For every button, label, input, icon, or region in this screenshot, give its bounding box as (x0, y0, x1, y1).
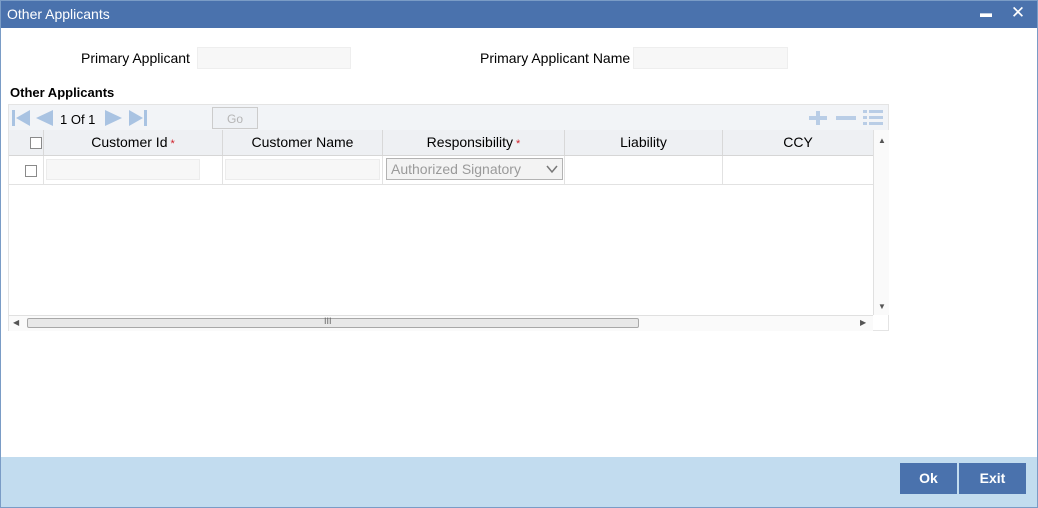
first-page-icon[interactable] (11, 109, 31, 127)
other-applicants-grid: 1 Of 1 Go Customer Id * Customer Name Res… (8, 104, 889, 331)
required-marker: * (170, 138, 175, 150)
header-label: Customer Id (91, 134, 168, 150)
primary-applicant-input[interactable] (197, 47, 351, 69)
ok-button[interactable]: Ok (900, 463, 957, 494)
dialog-window: Other Applicants ▬ ✕ Primary Applicant P… (0, 0, 1038, 508)
exit-button[interactable]: Exit (959, 463, 1026, 494)
scroll-up-icon[interactable]: ▲ (878, 136, 886, 145)
row-checkbox[interactable] (25, 165, 37, 177)
delete-row-icon[interactable] (834, 109, 858, 127)
scrollbar-thumb[interactable]: III (27, 316, 639, 328)
scroll-right-icon[interactable]: ▶ (860, 318, 866, 327)
header-liability[interactable]: Liability (565, 130, 723, 155)
horizontal-scrollbar[interactable]: ◀ III ▶ (9, 315, 873, 331)
primary-applicant-name-label: Primary Applicant Name (480, 50, 631, 66)
row-select-cell (9, 156, 44, 184)
table-row: Authorized Signatory (9, 156, 873, 185)
select-all-checkbox[interactable] (30, 137, 42, 149)
grid-header: Customer Id * Customer Name Responsibilit… (9, 130, 873, 156)
customer-name-input[interactable] (225, 159, 380, 180)
header-label: CCY (783, 134, 813, 150)
add-row-icon[interactable] (806, 109, 830, 127)
title-bar: Other Applicants ▬ ✕ (1, 1, 1037, 28)
primary-applicant-label: Primary Applicant (81, 50, 190, 66)
dialog-footer: Ok Exit (1, 457, 1037, 507)
vertical-scrollbar[interactable]: ▲ ▼ (873, 130, 889, 315)
header-select-all-cell (9, 130, 44, 155)
minimize-icon[interactable]: ▬ (976, 3, 996, 23)
customer-id-input[interactable] (46, 159, 200, 180)
header-ccy[interactable]: CCY (723, 130, 873, 155)
section-title: Other Applicants (10, 85, 115, 100)
header-customer-name[interactable]: Customer Name (223, 130, 383, 155)
header-label: Liability (620, 134, 667, 150)
header-responsibility[interactable]: Responsibility * (383, 130, 565, 155)
single-view-icon[interactable] (861, 109, 885, 127)
scroll-down-icon[interactable]: ▼ (878, 302, 886, 311)
page-number-input[interactable] (166, 109, 210, 132)
next-page-icon[interactable] (104, 109, 124, 127)
header-customer-id[interactable]: Customer Id * (44, 130, 223, 155)
customer-name-cell (223, 156, 383, 184)
window-title: Other Applicants (7, 6, 110, 22)
primary-applicant-name-input[interactable] (633, 47, 788, 69)
header-label: Customer Name (251, 134, 354, 150)
responsibility-value: Authorized Signatory (391, 161, 521, 177)
chevron-down-icon (546, 165, 558, 174)
prev-page-icon[interactable] (34, 109, 54, 127)
header-label: Responsibility (426, 134, 514, 150)
liability-cell[interactable] (565, 156, 723, 184)
go-button[interactable]: Go (212, 107, 258, 129)
ccy-cell[interactable] (723, 156, 873, 184)
grid-toolbar: 1 Of 1 Go (9, 105, 888, 132)
scroll-left-icon[interactable]: ◀ (13, 318, 19, 327)
last-page-icon[interactable] (128, 109, 148, 127)
close-icon[interactable]: ✕ (1008, 3, 1028, 23)
responsibility-select[interactable]: Authorized Signatory (386, 158, 563, 180)
pager-text: 1 Of 1 (60, 112, 96, 127)
customer-id-cell (44, 156, 223, 184)
required-marker: * (516, 138, 521, 150)
scroll-grip: III (324, 316, 332, 326)
